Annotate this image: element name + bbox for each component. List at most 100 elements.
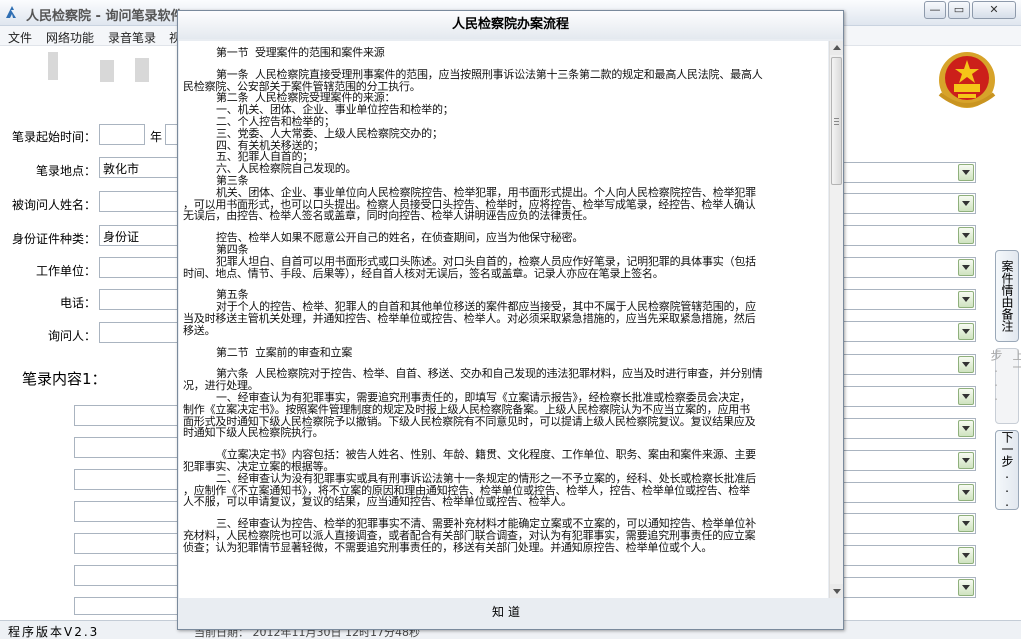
procedure-paragraph: 时间、地点、情节、手段、后果等），经自首人核对无误后，签名或盖章。记录人亦应在笔… xyxy=(183,266,664,280)
next-step-tab[interactable]: 下一步... xyxy=(995,430,1019,510)
location-input[interactable]: 敦化市 xyxy=(99,157,185,178)
right-dropdown[interactable] xyxy=(840,257,976,278)
blurred-header-text xyxy=(100,60,114,82)
chevron-down-icon[interactable] xyxy=(958,515,974,532)
location-label: 笔录地点： xyxy=(36,164,97,178)
case-procedure-dialog: 人民检察院办案流程 第一节 受理案件的范围和案件来源 第一条 人民检察院直接受理… xyxy=(177,10,844,630)
chevron-down-icon[interactable] xyxy=(958,579,974,596)
scroll-up-icon[interactable] xyxy=(830,41,843,55)
procedure-paragraph: 时通知下级人民检察院执行。 xyxy=(183,426,324,440)
scroll-thumb[interactable] xyxy=(831,57,842,185)
procedure-paragraph: 第四条 xyxy=(183,242,249,256)
procedure-paragraph: 第六条 人民检察院对于控告、检举、自首、移送、交办和自己发现的违法犯罪材料，应当… xyxy=(183,367,763,381)
procedure-paragraph: 机关、团体、企业、事业单位向人民检察院控告、检举犯罪，用书面形式提出。个人向人民… xyxy=(183,185,756,199)
procedure-paragraph xyxy=(183,279,820,289)
restore-icon: ▭ xyxy=(953,3,965,16)
window-title: 人民检察院 - 询问笔录软件 xyxy=(26,9,184,24)
vertical-scrollbar[interactable] xyxy=(829,41,843,598)
procedure-text-area[interactable]: 第一节 受理案件的范围和案件来源 第一条 人民检察院直接受理刑事案件的范围，应当… xyxy=(179,41,828,598)
record-content-label: 笔录内容1： xyxy=(22,370,107,388)
chevron-down-icon[interactable] xyxy=(958,388,974,405)
procedure-paragraph: 第二节 立案前的审查和立案 xyxy=(183,345,353,359)
chevron-down-icon[interactable] xyxy=(958,227,974,244)
right-dropdown[interactable] xyxy=(840,354,976,375)
menu-file[interactable]: 文件 xyxy=(8,29,32,46)
procedure-paragraph: 第一条 人民检察院直接受理刑事案件的范围，应当按照刑事诉讼法第十三条第二款的规定… xyxy=(183,67,763,81)
record-line-input[interactable] xyxy=(74,565,184,586)
work-unit-label: 工作单位： xyxy=(36,264,97,278)
procedure-paragraph: 第一节 受理案件的范围和案件来源 xyxy=(183,46,385,59)
work-unit-input[interactable] xyxy=(99,257,185,278)
procedure-paragraph: 移送。 xyxy=(183,323,216,337)
chevron-down-icon[interactable] xyxy=(958,195,974,212)
record-line-input[interactable] xyxy=(74,405,184,426)
phone-input[interactable] xyxy=(99,289,185,310)
chevron-down-icon[interactable] xyxy=(958,420,974,437)
right-dropdown[interactable] xyxy=(840,577,976,598)
name-input[interactable] xyxy=(99,191,185,212)
close-icon: ✕ xyxy=(989,3,999,16)
restore-button[interactable]: ▭ xyxy=(948,1,970,19)
minimize-icon: — xyxy=(929,3,941,16)
record-line-input[interactable] xyxy=(74,469,184,490)
procedure-paragraph: 无误后，由控告、检举人签名或盖章，同时向控告、检举人讲明诬告应负的法律责任。 xyxy=(183,209,594,223)
right-dropdown[interactable] xyxy=(840,225,976,246)
right-dropdown[interactable] xyxy=(840,545,976,566)
procedure-paragraph: 充材料，人民检察院也可以派人直接调查，或者配合有关部门联合调查，对认为有犯罪事实… xyxy=(183,528,756,542)
procedure-paragraph: 三、党委、人大常委、上级人民检察院交办的； xyxy=(183,126,443,140)
inquirer-label: 询问人： xyxy=(48,329,97,343)
right-dropdown[interactable] xyxy=(840,482,976,503)
menu-recording[interactable]: 录音笔录 xyxy=(108,29,156,46)
chevron-down-icon[interactable] xyxy=(958,452,974,469)
record-line-input[interactable] xyxy=(74,437,184,458)
year-unit-label: 年 xyxy=(150,130,163,144)
procedure-paragraph: 一、经审查认为有犯罪事实，需要追究刑事责任的，即填写《立案请示报告》，经检察长批… xyxy=(183,390,751,404)
name-label: 被询问人姓名： xyxy=(12,198,97,212)
chevron-down-icon[interactable] xyxy=(958,259,974,276)
ok-button[interactable]: 知道 xyxy=(458,600,558,624)
procuratorate-emblem-icon xyxy=(938,52,996,108)
phone-label: 电话： xyxy=(60,296,97,310)
procedure-paragraph: 第三条 xyxy=(183,173,249,187)
blurred-header-text xyxy=(135,58,149,82)
right-dropdown[interactable] xyxy=(840,513,976,534)
procedure-paragraph: 六、人民检察院自己发现的。 xyxy=(183,162,357,176)
menu-network[interactable]: 网络功能 xyxy=(46,29,94,46)
close-button[interactable]: ✕ xyxy=(972,1,1016,19)
id-type-select[interactable]: 身份证 xyxy=(99,225,185,246)
procedure-paragraph: 二、个人控告和检举的； xyxy=(183,114,335,128)
procedure-paragraph: 制作《立案决定书》。按照案件管理制度的规定及时报上级人民检察院备案。上级人民检察… xyxy=(183,402,750,416)
procedure-text: 第一节 受理案件的范围和案件来源 第一条 人民检察院直接受理刑事案件的范围，应当… xyxy=(179,41,828,553)
procedure-paragraph: 当及时移送主管机关处理，并通知控告、检举单位或控告、检举人。对必须采取紧急措施的… xyxy=(183,311,756,325)
record-line-input[interactable] xyxy=(74,533,184,554)
procedure-paragraph: 侦查；认为犯罪情节显著轻微，不需要追究刑事责任的，移送有关部门处理。并通知原控告… xyxy=(183,540,713,554)
app-logo-icon xyxy=(6,6,16,18)
program-version: 程序版本V2.3 xyxy=(8,625,100,639)
chevron-down-icon[interactable] xyxy=(958,484,974,501)
right-dropdown[interactable] xyxy=(840,321,976,342)
right-dropdown[interactable] xyxy=(840,289,976,310)
right-dropdown[interactable] xyxy=(840,418,976,439)
previous-step-tab[interactable]: 上一步... xyxy=(989,348,1021,424)
procedure-paragraph: 二、经审查认为没有犯罪事实或具有刑事诉讼法第十一条规定的情形之一不予立案的，经科… xyxy=(183,471,756,485)
year-input[interactable] xyxy=(99,124,145,145)
procedure-paragraph: 控告、检举人如果不愿意公开自己的姓名，在侦查期间，应当为他保守秘密。 xyxy=(183,231,584,245)
case-notes-tab[interactable]: 案件情由备注 xyxy=(995,250,1019,342)
chevron-down-icon[interactable] xyxy=(958,323,974,340)
procedure-paragraph: 犯罪人坦白、自首可以用书面形式或口头陈述。对口头自首的，检察人员应作好笔录，记明… xyxy=(183,254,756,268)
scroll-down-icon[interactable] xyxy=(830,584,843,598)
right-dropdown[interactable] xyxy=(840,193,976,214)
record-line-input[interactable] xyxy=(74,501,184,522)
dialog-title: 人民检察院办案流程 xyxy=(178,11,843,39)
chevron-down-icon[interactable] xyxy=(958,164,974,181)
inquirer-input[interactable] xyxy=(99,322,185,343)
right-dropdown[interactable] xyxy=(840,450,976,471)
right-dropdown[interactable] xyxy=(840,386,976,407)
chevron-down-icon[interactable] xyxy=(958,356,974,373)
minimize-button[interactable]: — xyxy=(924,1,946,19)
blurred-header-text xyxy=(48,52,58,80)
record-line-input[interactable] xyxy=(74,597,184,615)
chevron-down-icon[interactable] xyxy=(958,291,974,308)
right-dropdown[interactable] xyxy=(840,162,976,183)
chevron-down-icon[interactable] xyxy=(958,547,974,564)
